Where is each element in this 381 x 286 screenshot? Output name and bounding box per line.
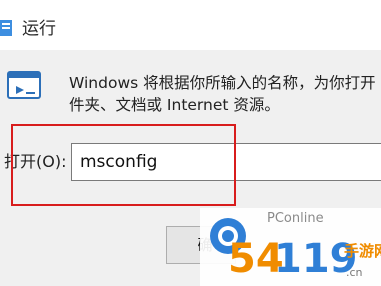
svg-text:.cn: .cn <box>346 266 363 279</box>
open-label: 打开(O): <box>4 152 67 171</box>
open-input-value: msconfig <box>80 152 158 172</box>
run-program-icon <box>7 71 41 99</box>
watermark-site-logo: 54 119 手游网 .cn <box>228 236 381 282</box>
window-title: 运行 <box>22 19 56 39</box>
description-line-1: Windows 将根据你所输入的名称，为你打开 <box>69 74 376 92</box>
open-input[interactable]: msconfig <box>71 143 381 181</box>
run-icon <box>0 20 12 36</box>
svg-text:手游网: 手游网 <box>344 242 381 260</box>
run-dialog: 运行 Windows 将根据你所输入的名称，为你打开 件夹、文档或 Intern… <box>0 0 381 286</box>
run-description: Windows 将根据你所输入的名称，为你打开 件夹、文档或 Internet … <box>69 72 381 116</box>
description-line-2: 件夹、文档或 Internet 资源。 <box>69 96 280 114</box>
title-bar: 运行 <box>0 0 381 50</box>
watermark-brand: PConline <box>267 211 324 226</box>
